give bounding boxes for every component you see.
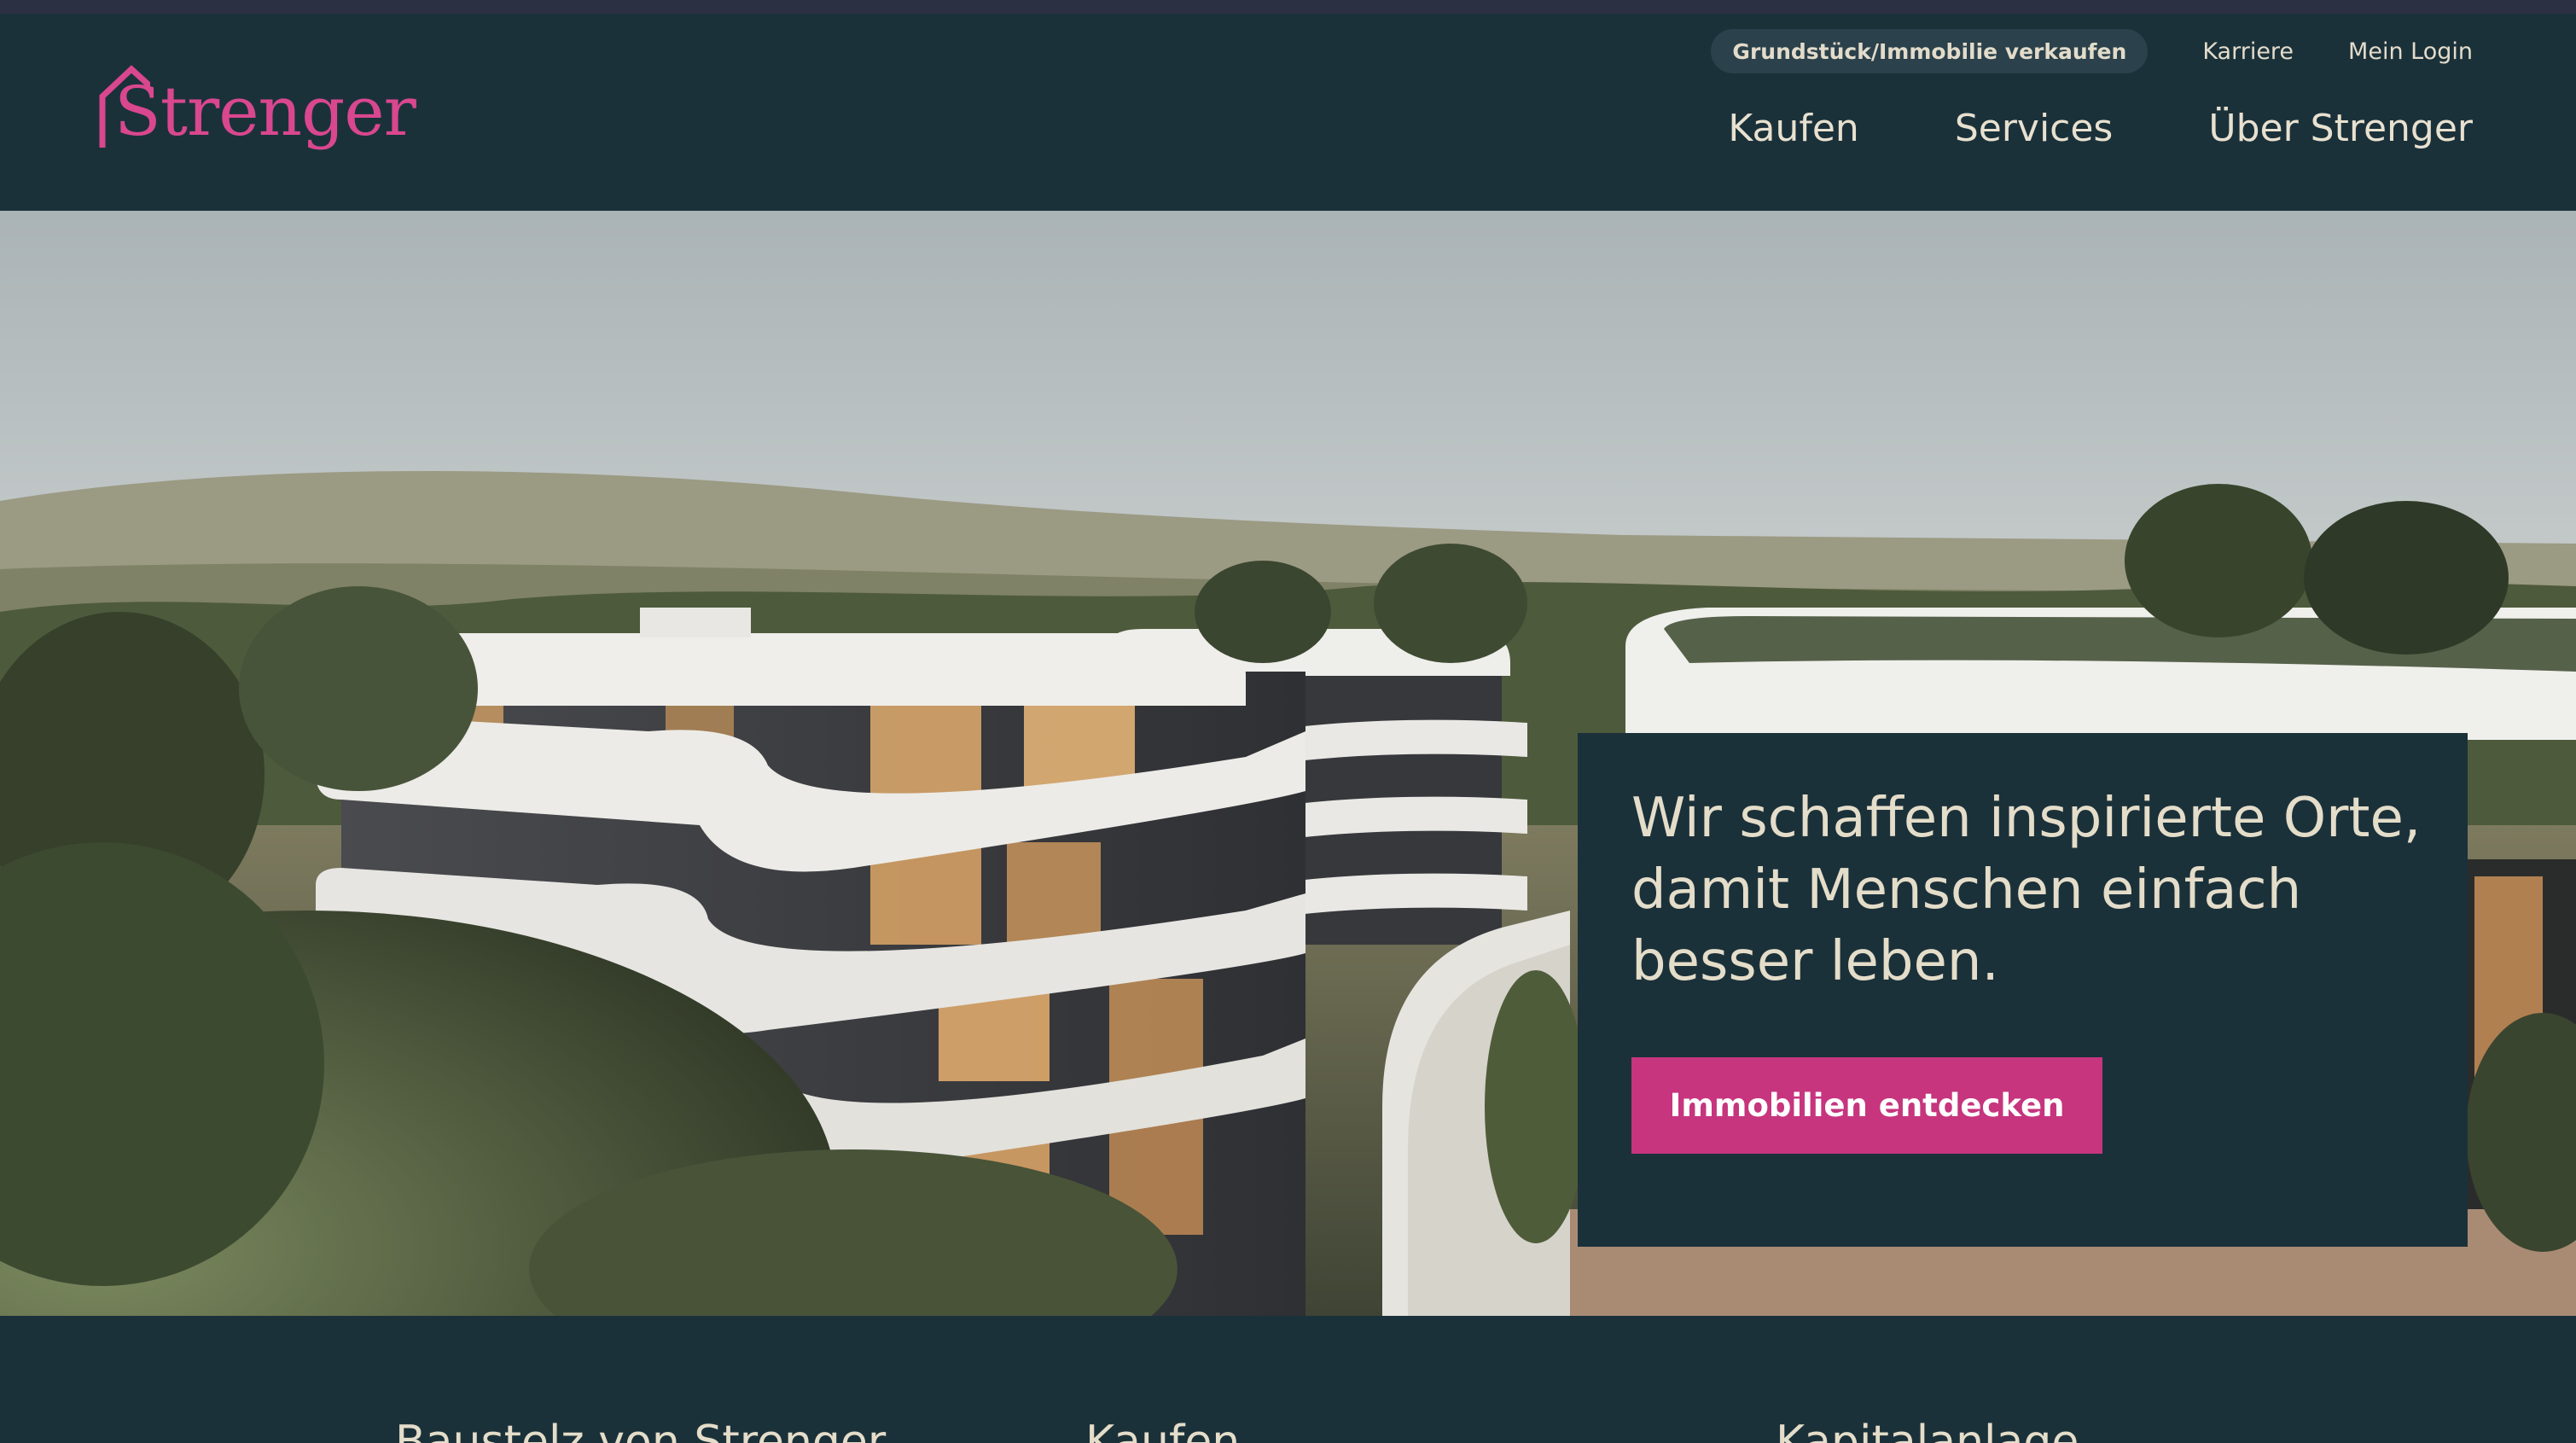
teaser-kaufen[interactable]: Kaufen [1085, 1417, 1240, 1443]
hero-section: Wir schaffen inspirierte Orte, damit Men… [0, 211, 2576, 1316]
hero-card: Wir schaffen inspirierte Orte, damit Men… [1578, 733, 2468, 1247]
career-link[interactable]: Karriere [2202, 38, 2294, 65]
strenger-logo[interactable]: Strenger [99, 62, 416, 173]
logo-text: Strenger [114, 72, 416, 151]
page: Strenger Grundstück/Immobilie verkaufen … [0, 0, 2576, 1443]
site-header: Strenger Grundstück/Immobilie verkaufen … [0, 14, 2576, 211]
teaser-section: Baustelz von Strenger Kaufen Kapitalanla… [0, 1316, 2576, 1443]
nav-item-services[interactable]: Services [1955, 107, 2114, 150]
nav-item-ueber-strenger[interactable]: Über Strenger [2208, 107, 2473, 150]
teaser-kapitalanlage[interactable]: Kapitalanlage [1776, 1417, 2079, 1443]
nav-item-kaufen[interactable]: Kaufen [1728, 107, 1858, 150]
login-link[interactable]: Mein Login [2348, 38, 2473, 65]
discover-properties-button[interactable]: Immobilien entdecken [1631, 1057, 2102, 1154]
top-strip [0, 0, 2576, 14]
sell-property-button[interactable]: Grundstück/Immobilie verkaufen [1711, 29, 2149, 73]
hero-heading: Wir schaffen inspirierte Orte, damit Men… [1631, 787, 2422, 993]
teaser-baustelz[interactable]: Baustelz von Strenger [395, 1417, 886, 1443]
main-nav: Kaufen Services Über Strenger [1728, 97, 2473, 159]
utility-nav: Grundstück/Immobilie verkaufen Karriere … [1711, 29, 2473, 73]
